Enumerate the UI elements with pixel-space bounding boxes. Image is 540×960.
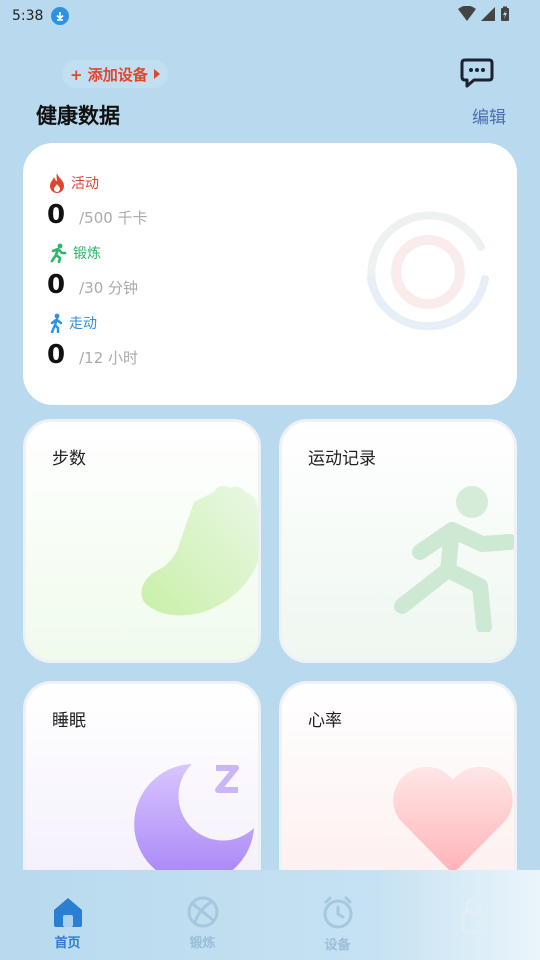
exercise-label-row: 锻炼	[49, 243, 101, 263]
flame-icon	[50, 173, 64, 193]
nav-label-home: 首页	[54, 936, 81, 951]
health-summary-card[interactable]: 活动 0 /500 千卡 锻炼 0 /30 分钟 走动 0 /12 小时	[23, 143, 517, 405]
sleep-title: 睡眠	[52, 711, 86, 731]
nav-item-device[interactable]: 设备	[270, 870, 405, 960]
walking-label-row: 走动	[49, 313, 97, 333]
status-bar: 5:38	[0, 0, 540, 32]
page-title: 健康数据	[36, 104, 120, 128]
edit-button[interactable]: 编辑	[472, 103, 506, 128]
exercise-label: 锻炼	[73, 246, 101, 262]
walking-icon	[50, 313, 63, 333]
exercise-records-tile[interactable]: 运动记录	[279, 419, 517, 663]
wifi-icon	[458, 6, 476, 21]
exercise-records-title: 运动记录	[308, 449, 376, 469]
heart-icon	[393, 766, 513, 874]
home-icon	[53, 898, 82, 927]
running-icon	[50, 243, 67, 263]
exercise-value: 0	[47, 270, 66, 300]
activity-value: 0	[47, 200, 66, 230]
sleep-tile[interactable]: 睡眠	[23, 681, 261, 881]
walking-value-row: 0 /12 小时	[47, 340, 138, 370]
lock-icon	[461, 897, 484, 934]
nav-label-exercise: 锻炼	[189, 936, 216, 951]
nav-item-exercise[interactable]: 锻炼	[135, 870, 270, 960]
chevron-right-icon	[153, 69, 160, 79]
ball-icon	[187, 896, 218, 928]
walking-goal: /12 小时	[79, 349, 139, 367]
bottom-nav: 首页 锻炼 设备	[0, 870, 540, 960]
activity-label: 活动	[71, 176, 99, 192]
battery-icon	[501, 6, 509, 21]
moon-icon	[134, 764, 254, 881]
nav-label-device: 设备	[324, 938, 351, 953]
walking-label: 走动	[69, 316, 97, 332]
exercise-value-row: 0 /30 分钟	[47, 270, 138, 300]
nav-item-lock[interactable]	[405, 870, 540, 960]
status-time: 5:38	[12, 8, 44, 24]
runner-icon	[394, 486, 514, 632]
activity-label-row: 活动	[49, 173, 99, 193]
activity-goal: /500 千卡	[79, 209, 148, 227]
steps-title: 步数	[52, 449, 86, 469]
signal-icon	[481, 7, 495, 21]
footprint-icon	[141, 485, 258, 616]
activity-rings	[367, 211, 489, 331]
nav-item-home[interactable]: 首页	[0, 870, 135, 960]
status-icons	[458, 6, 510, 22]
heart-rate-tile[interactable]: 心率	[279, 681, 517, 881]
add-device-label: + 添加设备	[70, 65, 148, 84]
watch-icon	[323, 896, 352, 929]
exercise-goal: /30 分钟	[79, 279, 139, 297]
download-icon	[51, 7, 70, 25]
activity-value-row: 0 /500 千卡	[47, 200, 148, 230]
add-device-button[interactable]: + 添加设备	[62, 60, 168, 88]
heart-rate-title: 心率	[308, 711, 342, 731]
walking-value: 0	[47, 340, 66, 370]
message-icon[interactable]	[460, 58, 494, 88]
steps-tile[interactable]: 步数	[23, 419, 261, 663]
